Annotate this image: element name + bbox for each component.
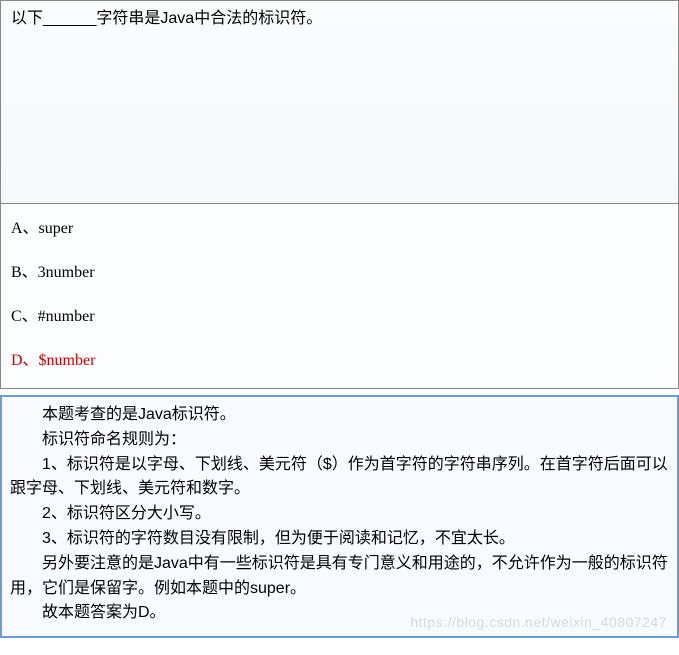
option-a: A、super [11, 214, 668, 238]
option-d: D、$number [11, 346, 668, 370]
explanation-line-2: 标识符命名规则为： [10, 428, 669, 453]
explanation-line-6: 另外要注意的是Java中有一些标识符是具有专门意义和用途的，不允许作为一般的标识… [10, 552, 669, 602]
watermark: https://blog.csdn.net/weixin_40807247 [410, 614, 667, 630]
question-text: 以下______字符串是Java中合法的标识符。 [11, 7, 668, 31]
explanation-line-1: 本题考查的是Java标识符。 [10, 403, 669, 428]
options-panel: A、super B、3number C、#number D、$number [0, 204, 679, 389]
explanation-line-5: 3、标识符的字符数目没有限制，但为便于阅读和记忆，不宜太长。 [10, 527, 669, 552]
option-b: B、3number [11, 258, 668, 282]
explanation-line-3: 1、标识符是以字母、下划线、美元符（$）作为首字符的字符串序列。在首字符后面可以… [10, 453, 669, 503]
option-c: C、#number [11, 302, 668, 326]
question-panel: 以下______字符串是Java中合法的标识符。 [0, 0, 679, 204]
explanation-panel: 本题考查的是Java标识符。 标识符命名规则为： 1、标识符是以字母、下划线、美… [0, 395, 679, 638]
explanation-line-4: 2、标识符区分大小写。 [10, 502, 669, 527]
